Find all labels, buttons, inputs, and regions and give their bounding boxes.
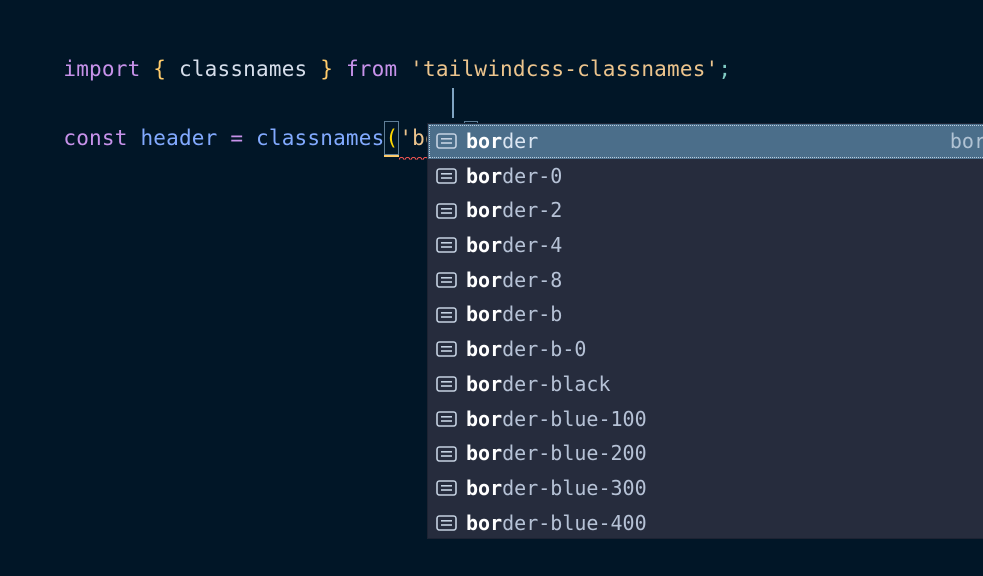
suggestion-matched-prefix: bor: [466, 475, 503, 500]
suggestion-item[interactable]: border bor: [428, 124, 983, 159]
code-line-3: const header = classnames('bor'): [12, 87, 479, 191]
suggestion-matched-prefix: bor: [466, 337, 503, 362]
token-const-keyword: const: [63, 126, 128, 150]
text-completion-icon: [436, 480, 457, 497]
suggestion-matched-prefix: bor: [466, 371, 503, 396]
suggestion-item[interactable]: border-blue-300: [428, 471, 983, 506]
token-from-keyword: from: [345, 57, 398, 81]
suggestion-item[interactable]: border-2: [428, 193, 983, 228]
suggestion-item[interactable]: border-b-0: [428, 332, 983, 367]
suggestion-matched-prefix: bor: [466, 198, 503, 223]
text-completion-icon: [436, 445, 457, 462]
suggestion-label: border: [466, 124, 538, 159]
bracket-match-open-paren: (: [384, 121, 400, 157]
code-editor-surface[interactable]: import { classnames } from 'tailwindcss-…: [0, 0, 983, 576]
suggestion-remainder: der-blue-400: [502, 510, 647, 535]
suggestion-remainder: der-4: [502, 233, 563, 258]
suggestion-remainder: der-blue-300: [502, 475, 647, 500]
autocomplete-suggestion-popup[interactable]: border bor border-0 border-2 border-4 border-…: [427, 123, 983, 539]
suggestion-matched-prefix: bor: [466, 233, 503, 258]
suggestion-detail: bor: [949, 129, 983, 153]
suggestion-label: border-blue-400: [466, 506, 647, 538]
suggestion-label: border-4: [466, 228, 562, 263]
token-function-name: classnames: [256, 126, 385, 150]
suggestion-remainder: der-b: [502, 302, 563, 327]
suggestion-item[interactable]: border-b: [428, 297, 983, 332]
token-variable-name: header: [140, 126, 218, 150]
text-caret: [452, 88, 454, 118]
suggestion-remainder: der-black: [502, 371, 611, 396]
suggestion-remainder: der-0: [502, 163, 563, 188]
suggestion-label: border-blue-300: [466, 471, 647, 506]
suggestion-matched-prefix: bor: [466, 441, 503, 466]
token-import-keyword: import: [63, 57, 141, 81]
suggestion-remainder: der-2: [502, 198, 563, 223]
suggestion-remainder: der-blue-200: [502, 441, 647, 466]
suggestion-matched-prefix: bor: [466, 267, 503, 292]
suggestion-item[interactable]: border-blue-400: [428, 506, 983, 538]
suggestion-item[interactable]: border-blue-100: [428, 402, 983, 437]
suggestion-label: border-b-0: [466, 332, 586, 367]
text-completion-icon: [436, 237, 457, 254]
text-completion-icon: [436, 376, 457, 392]
suggestion-label: border-8: [466, 263, 562, 298]
token-open-brace: {: [153, 57, 167, 81]
text-completion-icon: [436, 515, 457, 531]
suggestion-matched-prefix: bor: [466, 163, 503, 188]
token-imported-binding: classnames: [178, 57, 308, 81]
token-close-brace: }: [320, 57, 334, 81]
text-completion-icon: [436, 133, 457, 150]
text-completion-icon: [436, 168, 457, 184]
suggestion-item[interactable]: border-4: [428, 228, 983, 263]
suggestion-matched-prefix: bor: [466, 302, 503, 327]
suggestion-remainder: der: [502, 129, 539, 153]
suggestion-remainder: der-blue-100: [502, 406, 647, 431]
suggestion-item[interactable]: border-8: [428, 263, 983, 298]
suggestion-matched-prefix: bor: [466, 129, 503, 153]
token-module-string: 'tailwindcss-classnames': [410, 57, 719, 81]
token-assignment-operator: =: [230, 126, 244, 150]
text-completion-icon: [436, 272, 457, 288]
suggestion-label: border-b: [466, 297, 562, 332]
suggestion-remainder: der-8: [502, 267, 563, 292]
suggestion-list[interactable]: border bor border-0 border-2 border-4 border-…: [428, 124, 983, 538]
suggestion-item[interactable]: border-blue-200: [428, 436, 983, 471]
text-completion-icon: [436, 341, 457, 358]
suggestion-remainder: der-b-0: [502, 337, 587, 362]
text-completion-icon: [436, 202, 457, 219]
text-completion-icon: [436, 306, 457, 323]
suggestion-label: border-2: [466, 193, 562, 228]
suggestion-label: border-black: [466, 367, 611, 402]
suggestion-item[interactable]: border-0: [428, 159, 983, 194]
text-completion-icon: [436, 411, 457, 427]
suggestion-label: border-0: [466, 159, 562, 194]
suggestion-label: border-blue-200: [466, 436, 647, 471]
suggestion-item[interactable]: border-black: [428, 367, 983, 402]
suggestion-matched-prefix: bor: [466, 406, 503, 431]
suggestion-matched-prefix: bor: [466, 510, 503, 535]
suggestion-label: border-blue-100: [466, 402, 647, 437]
token-semicolon: ;: [718, 57, 732, 81]
